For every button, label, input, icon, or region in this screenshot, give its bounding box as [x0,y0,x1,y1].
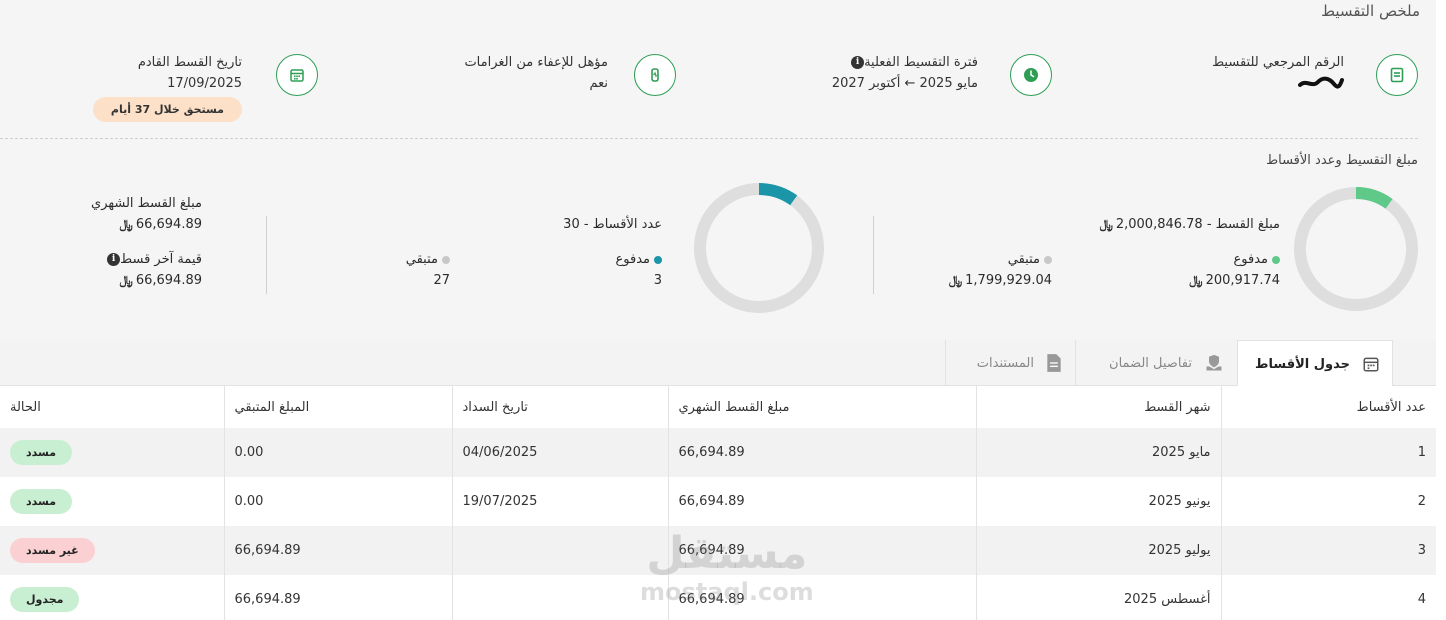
info-icon[interactable]: i [851,56,865,69]
table-row: 3 يوليو 2025 66,694.89 66,694.89 غير مسدد [0,526,1436,575]
table-cell: 4 [1220,575,1436,620]
table-cell: مجدول [0,575,224,620]
table-cell: 66,694.89 [667,428,976,477]
installments-table: عدد الأقساط شهر القسط مبلغ القسط الشهري … [0,386,1436,620]
amounts-title: مبلغ التقسيط وعدد الأقساط [1266,153,1418,168]
monthly-amount-value: 66,694.89﷼ [119,217,202,232]
table-cell: 66,694.89 [667,477,976,526]
table-cell: 66,694.89 [223,526,452,575]
amount-remaining-value: 1,799,929.04﷼ [948,273,1052,288]
table-cell: يوليو 2025 [975,526,1221,575]
penalty-waiver-value: نعم [589,76,608,91]
table-cell: 19/07/2025 [451,477,668,526]
remaining-dot [442,255,450,264]
monthly-amount-label: مبلغ القسط الشهري [91,196,202,211]
status-badge: مسدد [10,489,73,514]
column-header[interactable]: الحالة [0,386,224,428]
divider [0,138,1418,139]
table-cell: 3 [1220,526,1436,575]
column-header[interactable]: عدد الأقساط [1220,386,1436,428]
clock-icon [1010,54,1052,96]
table-cell: أغسطس 2025 [975,575,1221,620]
table-row: 2 يونيو 2025 66,694.89 19/07/2025 0.00 مسدد [0,477,1436,526]
table-header-row: عدد الأقساط شهر القسط مبلغ القسط الشهري … [0,386,1436,428]
table-cell: يونيو 2025 [975,477,1221,526]
period-value: مايو 2025 ← أكتوبر 2027 [831,76,978,91]
table-row: 4 أغسطس 2025 66,694.89 66,694.89 مجدول [0,575,1436,620]
count-remaining-value: 27 [433,273,450,288]
table-cell: 66,694.89 [223,575,452,620]
table-cell [451,575,668,620]
tabs-bar: جدول الأقساط تفاصيل الضمان المستندات [0,340,1436,387]
calendar-icon [276,54,318,96]
column-header[interactable]: تاريخ السداد [451,386,668,428]
table-row: 1 مايو 2025 66,694.89 04/06/2025 0.00 مسدد [0,428,1436,477]
column-header[interactable]: المبلغ المتبقي [223,386,452,428]
amount-total: مبلغ القسط - 2,000,846.78﷼ [1099,217,1280,232]
table-cell: 0.00 [223,477,452,526]
column-header[interactable]: شهر القسط [975,386,1221,428]
last-installment-value: 66,694.89﷼ [119,273,202,288]
table-cell: 66,694.89 [667,526,976,575]
penalty-waiver-label: مؤهل للإعفاء من الغرامات [464,55,608,70]
summary-title: ملخص التقسيط [1321,2,1420,20]
next-installment-date: 17/09/2025 [167,76,242,91]
amount-remaining-legend: متبقي [1008,252,1052,267]
table-cell: 0.00 [223,428,452,477]
status-badge: غير مسدد [10,538,95,563]
table-cell: مايو 2025 [975,428,1221,477]
installment-summary-panel: ملخص التقسيط الرقم المرجعي للتقسيط فترة … [0,0,1436,340]
table-cell: 1 [1220,428,1436,477]
remaining-dot [1044,255,1052,264]
amount-paid-value: 200,917.74﷼ [1189,273,1280,288]
donut-track [694,183,824,313]
reference-label: الرقم المرجعي للتقسيط [1212,55,1344,70]
vertical-divider [266,216,267,294]
paid-dot [1272,255,1280,264]
count-remaining-legend: متبقي [406,252,450,267]
document-icon [1047,354,1061,372]
arrow-left-icon: ← [904,76,916,91]
hand-coin-icon [634,54,676,96]
info-icon[interactable]: i [107,253,121,266]
tab-installments-schedule[interactable]: جدول الأقساط [1237,340,1393,387]
table-cell: مسدد [0,428,224,477]
table-cell [451,526,668,575]
calendar-icon [1363,357,1379,372]
table-cell: مسدد [0,477,224,526]
table-cell: 04/06/2025 [451,428,668,477]
redacted-reference-number [1298,76,1344,94]
count-paid-legend: مدفوع [616,252,662,267]
last-installment-label: قيمة آخر قسطi [103,252,202,267]
count-paid-value: 3 [653,273,662,288]
shield-hand-icon [1206,354,1222,371]
status-badge: مجدول [10,587,80,612]
amount-donut-chart [1294,187,1418,311]
paid-dot [654,255,662,264]
vertical-divider [873,216,874,294]
count-donut-chart [694,183,824,313]
receipt-icon [1376,54,1418,96]
due-badge: مستحق خلال 37 أيام [92,97,242,122]
amount-paid-legend: مدفوع [1234,252,1280,267]
table-cell: غير مسدد [0,526,224,575]
period-label: فترة التقسيط الفعليةi [847,55,978,70]
tab-guarantee-details[interactable]: تفاصيل الضمان [1076,340,1236,386]
column-header[interactable]: مبلغ القسط الشهري [667,386,976,428]
count-total: عدد الأقساط - 30 [563,217,662,232]
donut-track [1294,187,1418,311]
table-cell: 66,694.89 [667,575,976,620]
tab-documents[interactable]: المستندات [946,340,1074,386]
table-cell: 2 [1220,477,1436,526]
next-installment-label: تاريخ القسط القادم [137,55,242,70]
status-badge: مسدد [10,440,73,465]
